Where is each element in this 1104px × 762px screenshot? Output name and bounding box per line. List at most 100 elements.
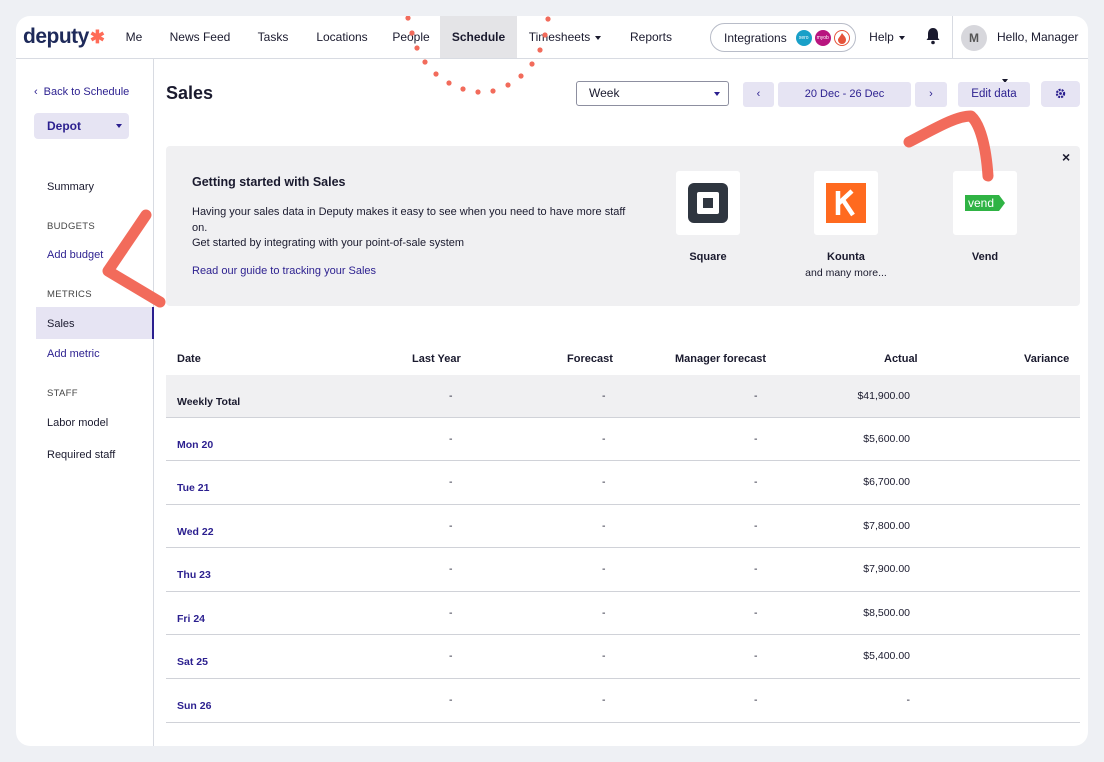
banner-line-2: Get started by integrating with your poi… — [192, 237, 465, 249]
nav-timesheets[interactable]: Timesheets — [528, 16, 602, 58]
forecast-cell: - — [602, 607, 606, 619]
table-row[interactable]: Thu 23 - - - $7,900.00 — [166, 548, 1080, 592]
avatar[interactable]: M — [961, 25, 987, 51]
manager-forecast-cell: - — [754, 520, 758, 532]
getting-started-banner: Getting started with Sales Having your s… — [166, 146, 1080, 306]
manager-forecast-cell: - — [754, 563, 758, 575]
next-week-button[interactable]: › — [915, 82, 947, 107]
table-row[interactable]: Fri 24 - - - $8,500.00 — [166, 592, 1080, 635]
deputy-logo[interactable]: deputy✱ — [23, 25, 105, 49]
sidebar-item-sales[interactable]: Sales — [47, 318, 75, 330]
last-year-cell: - — [449, 607, 453, 619]
date-cell[interactable]: Thu 23 — [177, 569, 211, 581]
forecast-cell: - — [602, 433, 606, 445]
nav-tasks[interactable]: Tasks — [252, 16, 294, 58]
vend-icon: vend — [965, 195, 1005, 211]
myob-icon: myob — [814, 29, 831, 46]
manager-forecast-cell: - — [754, 607, 758, 619]
square-logo-card[interactable] — [676, 171, 740, 235]
actual-cell: $5,600.00 — [863, 433, 910, 445]
pos-name-kounta: Kounta — [827, 251, 865, 263]
last-year-cell: - — [449, 476, 453, 488]
nav-divider — [952, 16, 953, 58]
location-select[interactable]: Depot — [34, 113, 129, 139]
date-cell[interactable]: Tue 21 — [177, 482, 209, 494]
col-header-last-year: Last Year — [412, 353, 461, 365]
svg-text:vend: vend — [968, 196, 994, 210]
chevron-down-icon — [898, 35, 905, 40]
period-select[interactable]: Week — [576, 81, 729, 106]
sidebar-item-add-budget[interactable]: Add budget — [47, 249, 103, 261]
nav-schedule[interactable]: Schedule — [440, 16, 517, 58]
actual-cell: $5,400.00 — [863, 650, 910, 662]
table-row[interactable]: Tue 21 - - - $6,700.00 — [166, 461, 1080, 505]
pos-more-text: and many more... — [805, 267, 887, 279]
flame-icon — [833, 29, 850, 46]
forecast-cell: - — [602, 520, 606, 532]
square-icon — [688, 183, 728, 223]
bell-icon[interactable] — [925, 27, 941, 45]
prev-week-button[interactable]: ‹ — [743, 82, 774, 107]
date-cell[interactable]: Wed 22 — [177, 526, 214, 538]
table-row[interactable]: Mon 20 - - - $5,600.00 — [166, 418, 1080, 461]
table-row[interactable]: Sun 26 - - - - — [166, 679, 1080, 723]
edit-data-button[interactable]: Edit data — [958, 82, 1030, 107]
top-nav: deputy✱ Me News Feed Tasks Locations Peo… — [16, 16, 1088, 83]
xero-icon: xero — [795, 29, 812, 46]
nav-reports[interactable]: Reports — [624, 16, 678, 58]
sidebar-heading-staff: STAFF — [47, 388, 78, 399]
vend-logo-card[interactable]: vend — [953, 171, 1017, 235]
nav-people[interactable]: People — [387, 16, 435, 58]
sidebar-heading-budgets: BUDGETS — [47, 221, 96, 232]
forecast-cell: - — [602, 650, 606, 662]
sidebar-item-labor-model[interactable]: Labor model — [47, 417, 108, 429]
col-header-variance: Variance — [1024, 353, 1070, 365]
gear-icon — [1055, 88, 1066, 99]
nav-locations[interactable]: Locations — [312, 16, 372, 58]
date-cell[interactable]: Fri 24 — [177, 613, 205, 625]
date-cell[interactable]: Mon 20 — [177, 439, 213, 451]
date-range[interactable]: 20 Dec - 26 Dec — [778, 82, 911, 107]
date-cell[interactable]: Sun 26 — [177, 700, 211, 712]
actual-cell: - — [906, 694, 911, 706]
forecast-cell: - — [602, 694, 606, 706]
sidebar-item-required-staff[interactable]: Required staff — [47, 449, 115, 461]
last-year-cell: - — [449, 694, 453, 706]
actual-cell: $7,800.00 — [863, 520, 910, 532]
date-cell: Weekly Total — [177, 396, 241, 408]
weekly-total-row: Weekly Total - - - $41,900.00 — [166, 375, 1080, 418]
manager-forecast-cell: - — [754, 650, 758, 662]
table-row[interactable]: Sat 25 - - - $5,400.00 — [166, 635, 1080, 679]
sidebar-heading-metrics: METRICS — [47, 289, 92, 300]
sidebar-item-add-metric[interactable]: Add metric — [47, 348, 100, 360]
sidebar: ‹ Back to Schedule Depot Summary BUDGETS … — [16, 59, 154, 746]
banner-description: Having your sales data in Deputy makes i… — [192, 205, 632, 252]
pos-name-vend: Vend — [971, 251, 999, 263]
col-header-actual: Actual — [884, 353, 918, 365]
integrations-button[interactable]: Integrations xero myob — [710, 23, 856, 52]
settings-button[interactable] — [1041, 81, 1080, 107]
nav-me[interactable]: Me — [117, 16, 151, 58]
col-header-manager-forecast: Manager forecast — [675, 353, 767, 365]
help-menu[interactable]: Help — [866, 16, 908, 58]
banner-title: Getting started with Sales — [192, 175, 346, 189]
kounta-logo-card[interactable] — [814, 171, 878, 235]
date-cell[interactable]: Sat 25 — [177, 656, 208, 668]
table-row[interactable]: Wed 22 - - - $7,800.00 — [166, 505, 1080, 548]
chevron-left-icon: ‹ — [34, 86, 38, 98]
sales-guide-link[interactable]: Read our guide to tracking your Sales — [192, 265, 376, 277]
col-header-date: Date — [177, 353, 201, 365]
chevron-down-icon — [116, 124, 122, 128]
last-year-cell: - — [449, 563, 453, 575]
nav-news-feed[interactable]: News Feed — [165, 16, 235, 58]
back-to-schedule-link[interactable]: ‹ Back to Schedule — [34, 86, 129, 98]
last-year-cell: - — [449, 650, 453, 662]
chevron-down-icon — [714, 92, 720, 96]
close-icon[interactable]: × — [1062, 149, 1070, 165]
sidebar-item-summary[interactable]: Summary — [47, 181, 94, 193]
forecast-cell: - — [602, 390, 606, 402]
manager-forecast-cell: - — [754, 433, 758, 445]
deputy-star-icon: ✱ — [89, 27, 105, 47]
page-title: Sales — [166, 83, 214, 103]
manager-forecast-cell: - — [754, 476, 758, 488]
